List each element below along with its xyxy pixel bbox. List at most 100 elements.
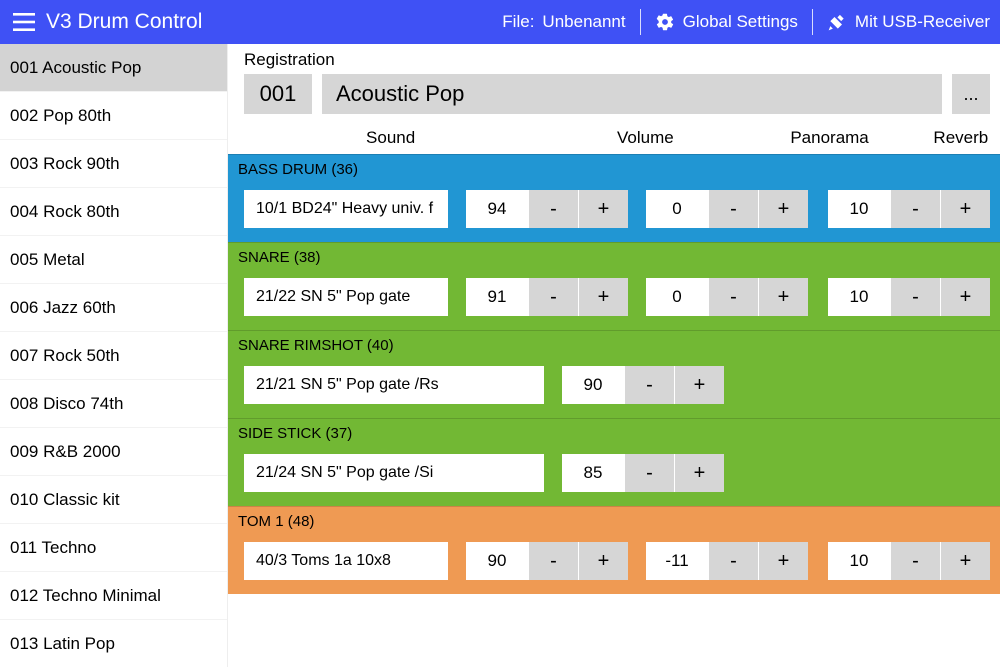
registration-name[interactable]: Acoustic Pop bbox=[322, 74, 942, 114]
stepper: 10 - + bbox=[828, 278, 990, 316]
stepper-plus[interactable]: + bbox=[578, 542, 628, 580]
sidebar-item[interactable]: 008 Disco 74th bbox=[0, 380, 227, 428]
sidebar-item[interactable]: 011 Techno bbox=[0, 524, 227, 572]
sound-field[interactable]: 21/22 SN 5" Pop gate bbox=[244, 278, 448, 316]
stepper-plus[interactable]: + bbox=[758, 278, 808, 316]
stepper-minus[interactable]: - bbox=[708, 542, 758, 580]
hamburger-icon bbox=[13, 13, 35, 31]
registration-section-label: Registration bbox=[244, 50, 990, 70]
menu-button[interactable] bbox=[4, 2, 44, 42]
stepper-value[interactable]: 91 bbox=[466, 278, 528, 316]
registration-sidebar: 001 Acoustic Pop002 Pop 80th003 Rock 90t… bbox=[0, 44, 228, 667]
sidebar-item[interactable]: 012 Techno Minimal bbox=[0, 572, 227, 620]
sidebar-item[interactable]: 007 Rock 50th bbox=[0, 332, 227, 380]
stepper-minus[interactable]: - bbox=[528, 190, 578, 228]
track-title: SNARE (38) bbox=[228, 243, 1000, 266]
stepper-value[interactable]: 90 bbox=[466, 542, 528, 580]
track-row: 40/3 Toms 1a 10x8 90 - + -11 - + 10 - + bbox=[228, 530, 1000, 594]
file-name: Unbenannt bbox=[542, 12, 625, 32]
stepper-plus[interactable]: + bbox=[940, 542, 990, 580]
track: BASS DRUM (36) 10/1 BD24" Heavy univ. f … bbox=[228, 154, 1000, 242]
stepper-plus[interactable]: + bbox=[674, 366, 724, 404]
registration-area: Registration 001 Acoustic Pop ... bbox=[228, 44, 1000, 118]
stepper-value[interactable]: 85 bbox=[562, 454, 624, 492]
sound-field[interactable]: 21/24 SN 5" Pop gate /Si bbox=[244, 454, 544, 492]
stepper-value[interactable]: 0 bbox=[646, 190, 708, 228]
stepper-minus[interactable]: - bbox=[890, 278, 940, 316]
track: SIDE STICK (37) 21/24 SN 5" Pop gate /Si… bbox=[228, 418, 1000, 506]
stepper-plus[interactable]: + bbox=[758, 190, 808, 228]
stepper: 90 - + bbox=[562, 366, 724, 404]
sound-field[interactable]: 10/1 BD24" Heavy univ. f bbox=[244, 190, 448, 228]
stepper-minus[interactable]: - bbox=[528, 542, 578, 580]
stepper-plus[interactable]: + bbox=[578, 190, 628, 228]
stepper: 91 - + bbox=[466, 278, 628, 316]
column-sound: Sound bbox=[228, 128, 553, 148]
track: SNARE RIMSHOT (40) 21/21 SN 5" Pop gate … bbox=[228, 330, 1000, 418]
stepper-minus[interactable]: - bbox=[890, 542, 940, 580]
stepper-plus[interactable]: + bbox=[940, 278, 990, 316]
track-row: 21/24 SN 5" Pop gate /Si 85 - + bbox=[228, 442, 1000, 506]
stepper-minus[interactable]: - bbox=[528, 278, 578, 316]
sidebar-item[interactable]: 003 Rock 90th bbox=[0, 140, 227, 188]
usb-label: Mit USB-Receiver bbox=[855, 12, 990, 32]
stepper-minus[interactable]: - bbox=[624, 366, 674, 404]
sidebar-item[interactable]: 006 Jazz 60th bbox=[0, 284, 227, 332]
stepper: 85 - + bbox=[562, 454, 724, 492]
stepper-minus[interactable]: - bbox=[624, 454, 674, 492]
track-row: 21/22 SN 5" Pop gate 91 - + 0 - + 10 - + bbox=[228, 266, 1000, 330]
track: SNARE (38) 21/22 SN 5" Pop gate 91 - + 0… bbox=[228, 242, 1000, 330]
column-panorama: Panorama bbox=[737, 128, 921, 148]
file-indicator[interactable]: File: Unbenannt bbox=[488, 12, 639, 32]
sound-field[interactable]: 40/3 Toms 1a 10x8 bbox=[244, 542, 448, 580]
stepper: 10 - + bbox=[828, 190, 990, 228]
stepper-minus[interactable]: - bbox=[708, 190, 758, 228]
stepper-value[interactable]: 94 bbox=[466, 190, 528, 228]
track-title: TOM 1 (48) bbox=[228, 507, 1000, 530]
stepper: 90 - + bbox=[466, 542, 628, 580]
sound-field[interactable]: 21/21 SN 5" Pop gate /Rs bbox=[244, 366, 544, 404]
stepper-value[interactable]: 0 bbox=[646, 278, 708, 316]
stepper-value[interactable]: 90 bbox=[562, 366, 624, 404]
stepper: 0 - + bbox=[646, 278, 808, 316]
app-title: V3 Drum Control bbox=[46, 10, 202, 34]
stepper-value[interactable]: 10 bbox=[828, 278, 890, 316]
main-panel: Registration 001 Acoustic Pop ... Sound … bbox=[228, 44, 1000, 667]
global-settings-button[interactable]: Global Settings bbox=[641, 12, 812, 32]
usb-icon bbox=[827, 12, 847, 32]
settings-label: Global Settings bbox=[683, 12, 798, 32]
sidebar-item[interactable]: 001 Acoustic Pop bbox=[0, 44, 227, 92]
sidebar-item[interactable]: 002 Pop 80th bbox=[0, 92, 227, 140]
sidebar-item[interactable]: 009 R&B 2000 bbox=[0, 428, 227, 476]
stepper: 94 - + bbox=[466, 190, 628, 228]
registration-more-button[interactable]: ... bbox=[952, 74, 990, 114]
stepper-minus[interactable]: - bbox=[708, 278, 758, 316]
track-row: 10/1 BD24" Heavy univ. f 94 - + 0 - + 10… bbox=[228, 178, 1000, 242]
track-title: SIDE STICK (37) bbox=[228, 419, 1000, 442]
track-title: BASS DRUM (36) bbox=[228, 155, 1000, 178]
sidebar-item[interactable]: 013 Latin Pop bbox=[0, 620, 227, 667]
stepper-plus[interactable]: + bbox=[940, 190, 990, 228]
track-row: 21/21 SN 5" Pop gate /Rs 90 - + bbox=[228, 354, 1000, 418]
stepper-plus[interactable]: + bbox=[674, 454, 724, 492]
stepper-value[interactable]: 10 bbox=[828, 190, 890, 228]
column-volume: Volume bbox=[553, 128, 737, 148]
stepper: 10 - + bbox=[828, 542, 990, 580]
stepper-plus[interactable]: + bbox=[758, 542, 808, 580]
column-reverb: Reverb bbox=[922, 128, 1000, 148]
track-list: BASS DRUM (36) 10/1 BD24" Heavy univ. f … bbox=[228, 154, 1000, 667]
stepper: 0 - + bbox=[646, 190, 808, 228]
track: TOM 1 (48) 40/3 Toms 1a 10x8 90 - + -11 … bbox=[228, 506, 1000, 594]
stepper-value[interactable]: 10 bbox=[828, 542, 890, 580]
stepper-minus[interactable]: - bbox=[890, 190, 940, 228]
gear-icon bbox=[655, 12, 675, 32]
sidebar-item[interactable]: 005 Metal bbox=[0, 236, 227, 284]
sidebar-item[interactable]: 004 Rock 80th bbox=[0, 188, 227, 236]
track-title: SNARE RIMSHOT (40) bbox=[228, 331, 1000, 354]
app-header: V3 Drum Control File: Unbenannt Global S… bbox=[0, 0, 1000, 44]
sidebar-item[interactable]: 010 Classic kit bbox=[0, 476, 227, 524]
stepper-value[interactable]: -11 bbox=[646, 542, 708, 580]
registration-number[interactable]: 001 bbox=[244, 74, 312, 114]
stepper-plus[interactable]: + bbox=[578, 278, 628, 316]
usb-receiver-button[interactable]: Mit USB-Receiver bbox=[813, 12, 990, 32]
